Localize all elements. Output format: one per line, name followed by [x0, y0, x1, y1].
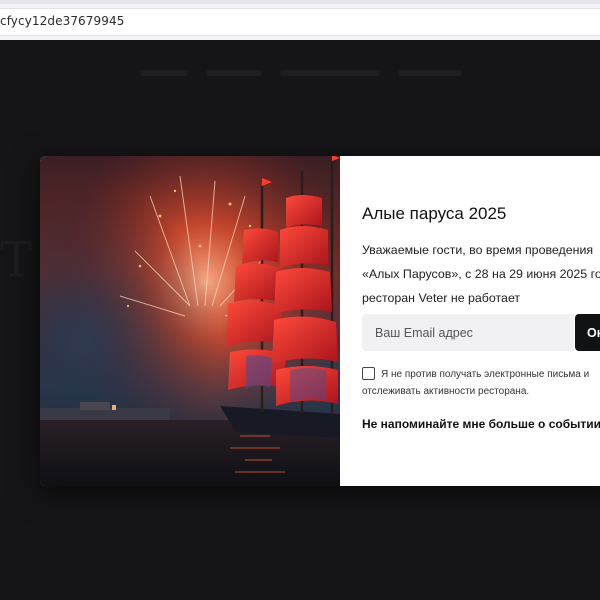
background-nav [140, 66, 462, 80]
modal-content: Алые паруса 2025 Уважаемые гости, во вре… [340, 156, 600, 486]
consent-checkbox[interactable] [362, 367, 375, 380]
modal-message: Уважаемые гости, во время проведения «Ал… [362, 243, 600, 305]
background-heading-fragment: T [0, 232, 33, 288]
event-modal: Алые паруса 2025 Уважаемые гости, во вре… [40, 156, 600, 486]
consent-label-line2: отслеживать активности ресторана. [362, 386, 530, 397]
scarlet-sails-ship-image [40, 156, 340, 486]
browser-address-bar: cfycy12de37679945 [0, 0, 600, 41]
url-text[interactable]: cfycy12de37679945 [0, 14, 124, 28]
consent-label: Я не против получать электронные письма … [362, 366, 600, 400]
consent-label-line1: Я не против получать электронные письма … [381, 369, 590, 380]
browser-top-strip [0, 0, 600, 4]
no-remind-link[interactable]: Не напоминайте мне больше о событии [362, 417, 600, 431]
url-field[interactable]: cfycy12de37679945 [0, 8, 600, 36]
modal-title: Алые паруса 2025 [362, 204, 507, 223]
background-nav-item [140, 70, 188, 76]
background-nav-item [206, 70, 262, 76]
ok-button[interactable]: Ок [575, 314, 600, 351]
email-input[interactable] [362, 314, 574, 351]
background-nav-item [280, 70, 380, 76]
background-nav-item [398, 70, 462, 76]
